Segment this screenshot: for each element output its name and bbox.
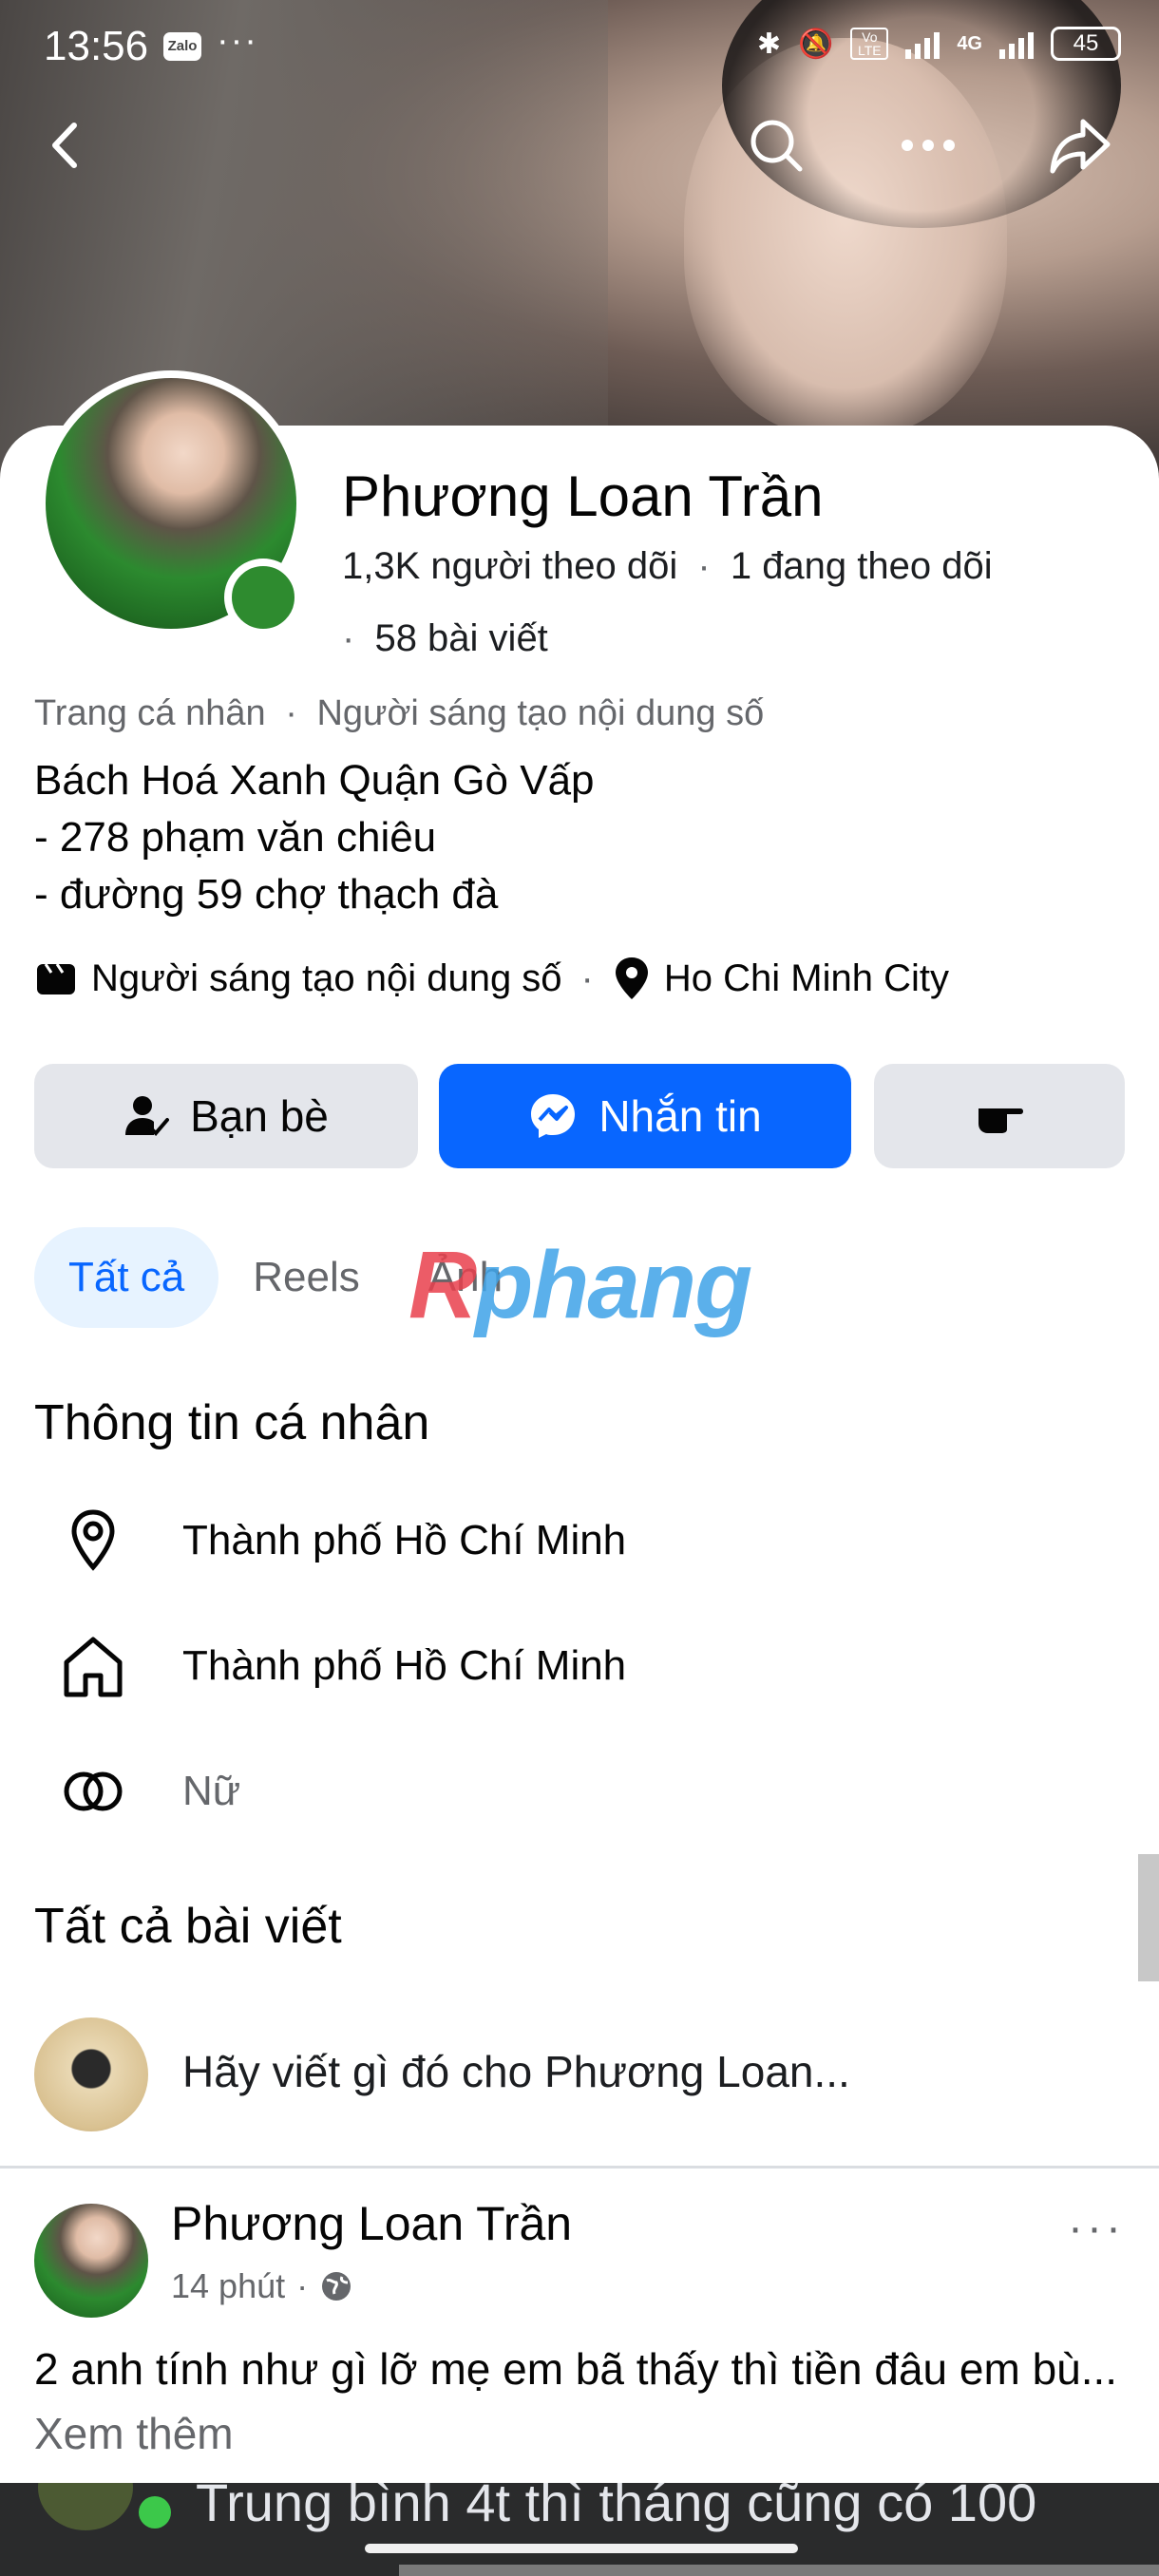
post-text: 2 anh tính như gì lỡ mẹ em bã thấy thì t…: [34, 2344, 1118, 2394]
post-composer-input[interactable]: Hãy viết gì đó cho Phương Loan...: [182, 2046, 850, 2097]
post-time[interactable]: 14 phút: [171, 2266, 285, 2306]
more-notifications-icon: ···: [217, 21, 258, 61]
friends-button[interactable]: Bạn bè: [34, 1064, 418, 1168]
viewer-avatar[interactable]: [34, 2017, 148, 2131]
section-divider: [0, 2166, 1159, 2169]
zalo-notification-icon: Zalo: [163, 32, 201, 61]
status-bar: 13:56 Zalo ··· ✱ 🔕 Vo LTE 4G 45: [0, 0, 1159, 95]
separator-dot: ·: [296, 2266, 309, 2305]
posts-section-title: Tất cả bài viết: [34, 1899, 342, 1954]
home-icon: [64, 1637, 123, 1697]
message-button[interactable]: Nhắn tin: [439, 1064, 851, 1168]
tab-all[interactable]: Tất cả: [34, 1227, 219, 1328]
about-item-text: Thành phố Hồ Chí Minh: [182, 1642, 627, 1689]
preview-online-dot: [139, 2496, 171, 2529]
scrollbar-thumb[interactable]: [1138, 1854, 1159, 1981]
poke-hand-icon: [978, 1108, 1023, 1133]
signal-icon-2: [999, 28, 1034, 59]
bottom-edge-bar: [399, 2565, 1159, 2576]
followers-count[interactable]: 1,3K người theo dõi: [342, 545, 677, 587]
back-icon[interactable]: [32, 112, 99, 179]
bluetooth-icon: ✱: [756, 28, 781, 60]
signal-icon: [905, 28, 940, 59]
about-item-current-city: Thành phố Hồ Chí Minh: [57, 1503, 626, 1579]
see-more-link[interactable]: Xem thêm: [34, 2409, 234, 2458]
bio-line: Bách Hoá Xanh Quận Gò Vấp: [34, 757, 595, 804]
following-count[interactable]: 1 đang theo dõi: [731, 545, 993, 587]
profile-stats: 1,3K người theo dõi · 1 đang theo dõi: [342, 545, 993, 588]
about-item-gender: Nữ: [57, 1753, 240, 1829]
location-pin-icon: [71, 1509, 115, 1571]
detail-creator: Người sáng tạo nội dung số: [91, 957, 562, 999]
separator-dot: ·: [285, 693, 297, 733]
gender-icon: [64, 1771, 123, 1811]
tab-reels[interactable]: Reels: [218, 1227, 394, 1328]
profile-stats-posts: · 58 bài viết: [342, 617, 548, 660]
preview-text: Trung bình 4t thì tháng cũng có 100: [196, 2483, 1037, 2532]
about-item-text: Nữ: [182, 1768, 241, 1814]
volte-icon: Vo LTE: [850, 28, 889, 60]
friends-button-label: Bạn bè: [190, 1091, 329, 1141]
profile-bio: Bách Hoá Xanh Quận Gò Vấp - 278 phạm văn…: [34, 752, 595, 923]
profile-card: [0, 426, 1159, 2576]
home-indicator[interactable]: [365, 2544, 798, 2553]
profile-details: Người sáng tạo nội dung số · Ho Chi Minh…: [34, 956, 949, 1001]
bio-line: - đường 59 chợ thạch đà: [34, 871, 499, 918]
post-more-options-icon[interactable]: ···: [1068, 2202, 1125, 2254]
post-author-name[interactable]: Phương Loan Trần: [171, 2196, 572, 2251]
post-meta: 14 phút ·: [171, 2266, 353, 2306]
status-icons: ✱ 🔕 Vo LTE 4G 45: [757, 27, 1121, 61]
mute-icon: 🔕: [797, 28, 834, 60]
posts-count: 58 bài viết: [374, 617, 548, 659]
public-globe-icon: [322, 2272, 352, 2301]
separator-dot: ·: [342, 617, 355, 659]
post-body: 2 anh tính như gì lỡ mẹ em bã thấy thì t…: [34, 2337, 1127, 2466]
watermark-logo: Rphang: [408, 1232, 752, 1338]
post-author-avatar[interactable]: [34, 2204, 148, 2318]
about-item-text: Thành phố Hồ Chí Minh: [182, 1517, 627, 1563]
profile-name: Phương Loan Trần: [342, 464, 824, 528]
profile-category: Trang cá nhân · Người sáng tạo nội dung …: [34, 693, 764, 734]
online-status-indicator: [224, 559, 302, 636]
separator-dot: ·: [580, 957, 594, 999]
separator-dot: ·: [697, 545, 711, 587]
preview-thumbnail: [38, 2483, 133, 2530]
more-options-icon[interactable]: [895, 112, 961, 179]
bio-line: - 278 phạm văn chiêu: [34, 814, 437, 861]
next-post-preview[interactable]: Trung bình 4t thì tháng cũng có 100: [0, 2483, 1159, 2576]
poke-button[interactable]: [874, 1064, 1125, 1168]
category-prefix: Trang cá nhân: [34, 693, 266, 733]
share-icon[interactable]: [1047, 112, 1113, 179]
status-time: 13:56: [44, 23, 149, 69]
detail-location[interactable]: Ho Chi Minh City: [664, 957, 949, 1000]
friends-check-icon: [125, 1096, 170, 1136]
messenger-icon: [531, 1094, 576, 1138]
network-type-label: 4G: [957, 32, 982, 54]
about-section-title: Thông tin cá nhân: [34, 1395, 430, 1450]
category-label: Người sáng tạo nội dung số: [316, 693, 765, 733]
battery-icon: 45: [1051, 27, 1121, 61]
search-icon[interactable]: [743, 112, 809, 179]
clapperboard-icon: [37, 963, 75, 994]
message-button-label: Nhắn tin: [598, 1091, 762, 1141]
about-item-hometown: Thành phố Hồ Chí Minh: [57, 1628, 626, 1704]
location-icon: [615, 957, 648, 999]
